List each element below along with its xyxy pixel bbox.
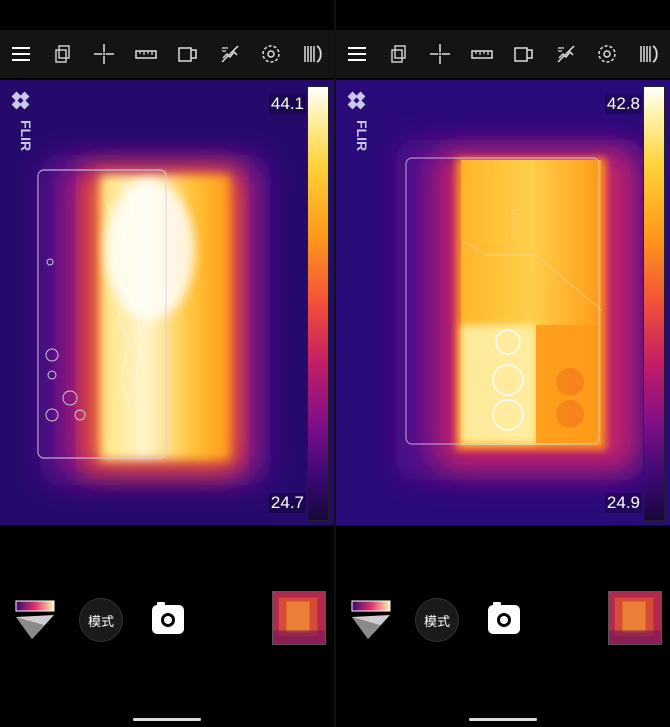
thermal-view[interactable]: vivo FLIR 42.8 24.9 bbox=[336, 80, 670, 525]
settings-icon[interactable] bbox=[257, 40, 285, 68]
overlay-icon[interactable] bbox=[49, 40, 77, 68]
mode-button[interactable]: 模式 bbox=[79, 598, 123, 642]
menu-icon[interactable] bbox=[7, 40, 35, 68]
bottom-controls: 模式 bbox=[336, 525, 670, 727]
settings-icon[interactable] bbox=[593, 40, 621, 68]
thermal-image: vivo bbox=[336, 80, 670, 525]
gallery-thumbnail[interactable] bbox=[272, 591, 326, 645]
thumbnail-image bbox=[273, 592, 325, 644]
home-indicator[interactable] bbox=[133, 718, 201, 721]
palette-icon[interactable] bbox=[14, 597, 58, 641]
thermal-view[interactable]: FLIR 44.1 24.7 bbox=[0, 80, 334, 525]
temperature-scale-bar bbox=[643, 86, 665, 521]
thumbnail-image bbox=[609, 592, 661, 644]
overlay-icon[interactable] bbox=[385, 40, 413, 68]
palette-icon[interactable] bbox=[350, 597, 394, 641]
mode-button[interactable]: 模式 bbox=[415, 598, 459, 642]
hide-overlay-icon[interactable] bbox=[552, 40, 580, 68]
calibrate-icon[interactable] bbox=[635, 40, 663, 68]
flir-brand-text: FLIR bbox=[354, 120, 368, 151]
image-mode-icon[interactable] bbox=[174, 40, 202, 68]
flir-brand-text: FLIR bbox=[18, 120, 32, 151]
calibrate-icon[interactable] bbox=[299, 40, 327, 68]
hide-overlay-icon[interactable] bbox=[216, 40, 244, 68]
scale-min-temp[interactable]: 24.9 bbox=[604, 493, 642, 513]
flir-logo: FLIR bbox=[347, 91, 368, 151]
spot-meter-icon[interactable] bbox=[426, 40, 454, 68]
camera-panel-right: vivo FLIR 42.8 24.9 模式 bbox=[336, 0, 670, 727]
temperature-scale-bar bbox=[307, 86, 329, 521]
home-indicator[interactable] bbox=[469, 718, 537, 721]
ruler-icon[interactable] bbox=[468, 40, 496, 68]
gallery-thumbnail[interactable] bbox=[608, 591, 662, 645]
flir-logo: FLIR bbox=[11, 91, 32, 151]
top-toolbar bbox=[336, 30, 670, 78]
spot-meter-icon[interactable] bbox=[90, 40, 118, 68]
bottom-controls: 模式 bbox=[0, 525, 334, 727]
scale-max-temp[interactable]: 44.1 bbox=[268, 94, 306, 114]
image-mode-icon[interactable] bbox=[510, 40, 538, 68]
ruler-icon[interactable] bbox=[132, 40, 160, 68]
camera-capture-icon[interactable] bbox=[486, 600, 522, 636]
camera-panel-left: FLIR 44.1 24.7 模式 bbox=[0, 0, 334, 727]
camera-capture-icon[interactable] bbox=[150, 600, 186, 636]
top-toolbar bbox=[0, 30, 334, 78]
scale-max-temp[interactable]: 42.8 bbox=[604, 94, 642, 114]
thermal-image bbox=[0, 80, 334, 525]
menu-icon[interactable] bbox=[343, 40, 371, 68]
svg-text:vivo: vivo bbox=[507, 208, 524, 237]
scale-min-temp[interactable]: 24.7 bbox=[268, 493, 306, 513]
